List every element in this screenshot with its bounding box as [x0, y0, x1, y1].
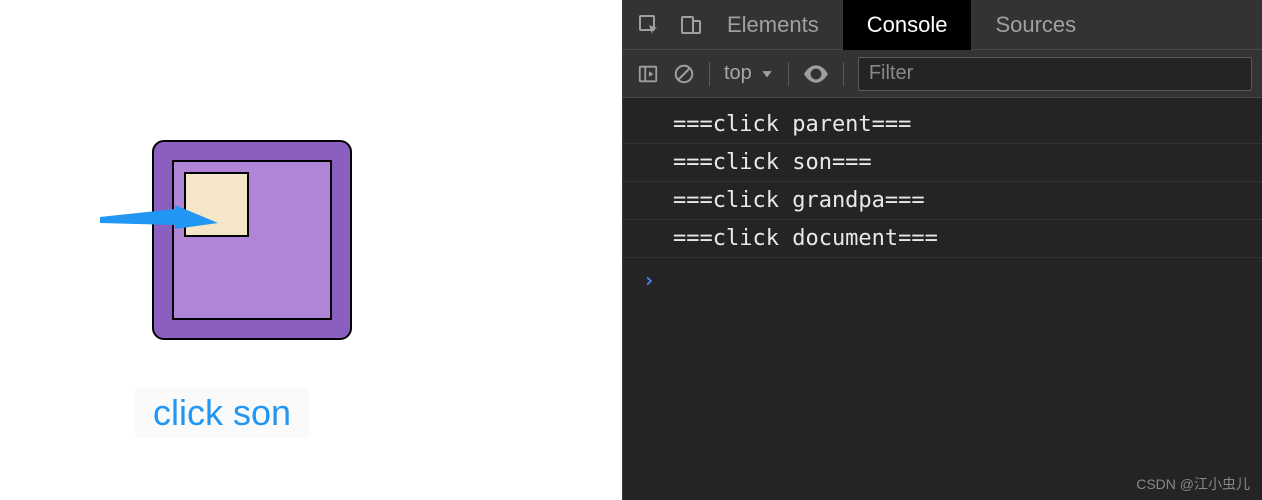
son-box[interactable] [184, 172, 249, 237]
show-sidebar-icon[interactable] [637, 63, 659, 85]
device-toggle-icon[interactable] [679, 13, 703, 37]
console-output: ===click parent=== ===click son=== ===cl… [623, 98, 1262, 500]
tab-elements[interactable]: Elements [703, 0, 843, 50]
watermark: CSDN @江小虫儿 [1136, 474, 1250, 494]
console-line: ===click parent=== [623, 106, 1262, 144]
console-line: ===click grandpa=== [623, 182, 1262, 220]
console-toolbar: top [623, 50, 1262, 98]
clear-console-icon[interactable] [673, 63, 695, 85]
caption-label: click son [135, 388, 309, 438]
console-line: ===click document=== [623, 220, 1262, 258]
live-expression-icon[interactable] [803, 64, 829, 84]
tab-sources[interactable]: Sources [971, 0, 1100, 50]
devtools-panel: Elements Console Sources top [622, 0, 1262, 500]
filter-input[interactable] [858, 57, 1252, 91]
devtools-tabs-row: Elements Console Sources [623, 0, 1262, 50]
nested-boxes [152, 140, 352, 340]
toolbar-divider [843, 62, 844, 86]
context-label: top [724, 62, 752, 85]
toolbar-divider [709, 62, 710, 86]
context-selector[interactable]: top [724, 62, 774, 85]
grandpa-box[interactable] [152, 140, 352, 340]
console-line: ===click son=== [623, 144, 1262, 182]
page-preview-panel: click son [0, 0, 622, 500]
tab-console[interactable]: Console [843, 0, 972, 50]
parent-box[interactable] [172, 160, 332, 320]
chevron-down-icon [760, 67, 774, 81]
console-prompt[interactable]: › [623, 258, 1262, 300]
toolbar-divider [788, 62, 789, 86]
inspect-icon[interactable] [637, 13, 661, 37]
tab-icon-group [623, 13, 703, 37]
